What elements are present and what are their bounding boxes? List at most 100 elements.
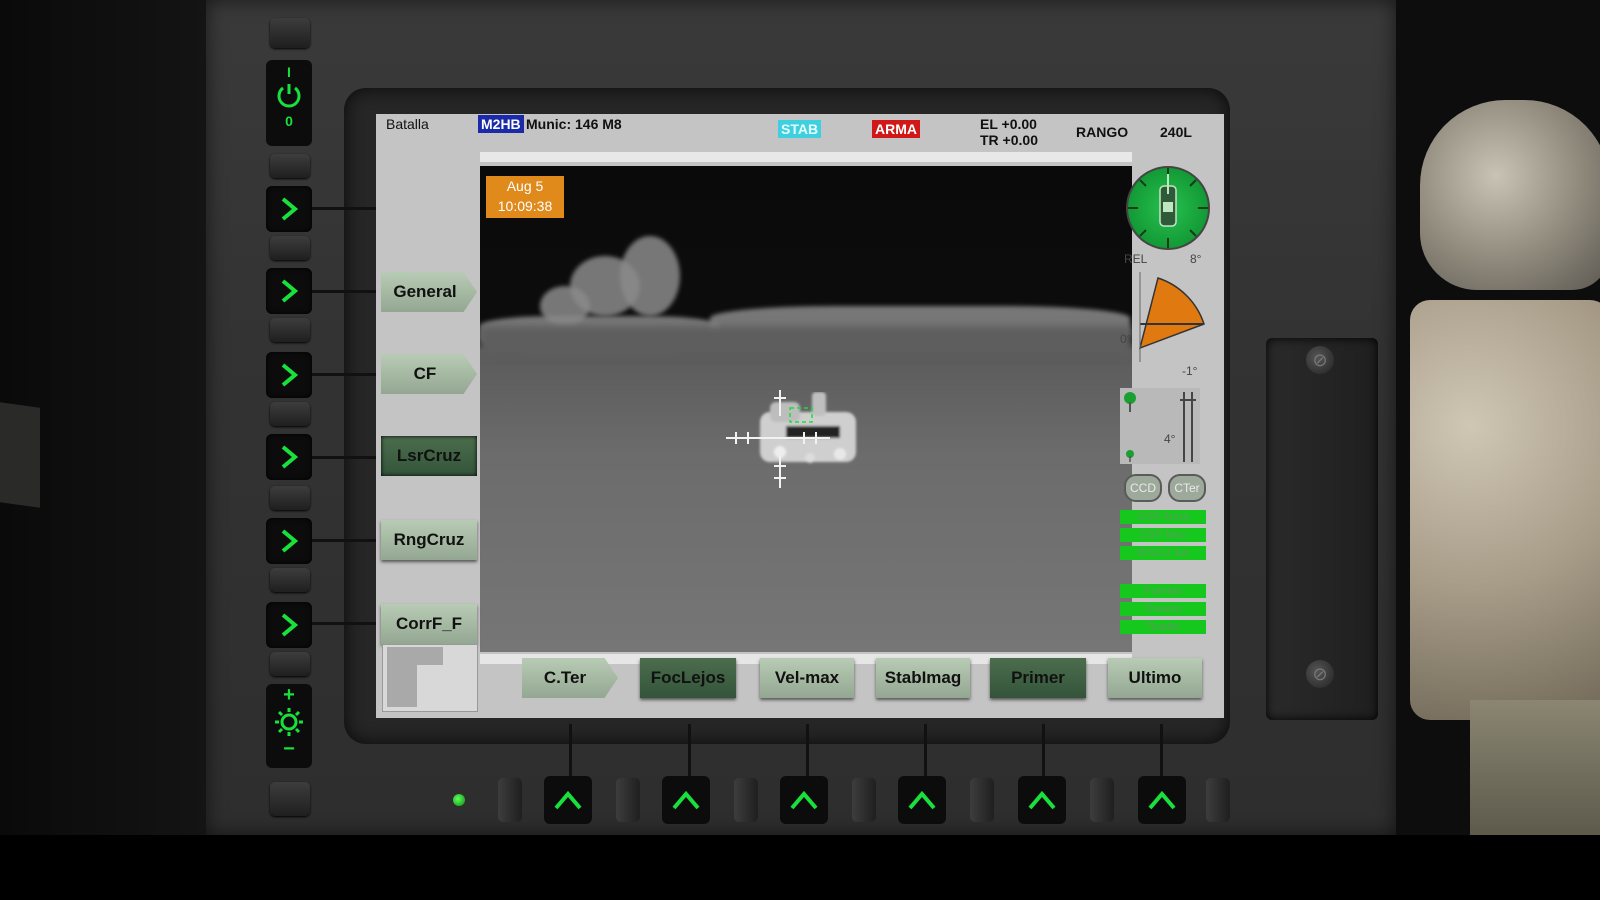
bezel-spacer-key[interactable]: [270, 568, 310, 592]
top-status-bar: [480, 152, 1132, 162]
chevron-right-icon: [281, 529, 299, 553]
cter-label: CTer: [1174, 481, 1200, 495]
bottom-softkey-6-arrow[interactable]: [1138, 776, 1186, 824]
left-softkey-1-arrow[interactable]: [266, 186, 312, 232]
softkey-label: CorrF_F: [381, 604, 477, 644]
bottom-softkey-1-arrow[interactable]: [544, 776, 592, 824]
left-softkey-4-arrow[interactable]: [266, 434, 312, 480]
bezel-spacer-key[interactable]: [1090, 778, 1114, 822]
brightness-down-label: −: [283, 738, 295, 760]
connector-line: [312, 456, 376, 459]
bottom-softkey-3-arrow[interactable]: [780, 776, 828, 824]
weapon-badge: M2HB: [478, 115, 524, 133]
softkey-label: C.Ter: [543, 668, 587, 687]
time-label: 10:09:38: [497, 198, 553, 214]
bezel-spacer-key[interactable]: [270, 236, 310, 260]
bottom-softkey-5-arrow[interactable]: [1018, 776, 1066, 824]
bottom-softkey-4-arrow[interactable]: [898, 776, 946, 824]
bottom-softkey-vel-max[interactable]: Vel-max: [760, 658, 854, 698]
chevron-right-icon: [281, 279, 299, 303]
camera-key[interactable]: [270, 18, 310, 48]
bottom-softkey-primer[interactable]: Primer: [990, 658, 1086, 698]
connector-line: [312, 207, 376, 210]
turret-compass: [1126, 166, 1210, 250]
left-softkey-cf[interactable]: CF: [381, 354, 477, 394]
bezel-spacer-key[interactable]: [734, 778, 758, 822]
chevron-up-icon: [554, 790, 582, 810]
vehicle-heading-icon: [1128, 168, 1208, 248]
elevation-neg-label: -1°: [1182, 364, 1198, 378]
connector-line: [569, 724, 572, 776]
fire-control-display: Batalla M2HB Munic: 146 M8 STAB ARMA EL …: [376, 114, 1224, 718]
reticle: [726, 390, 830, 488]
bezel-spacer-key[interactable]: [852, 778, 876, 822]
mode-label: Batalla: [386, 116, 429, 132]
arma-indicator: ARMA: [872, 120, 920, 138]
bezel-spacer-key[interactable]: [616, 778, 640, 822]
bezel-spacer-key[interactable]: [270, 318, 310, 342]
status-trasero: Trasero: [1120, 602, 1206, 616]
range-degree-label: 4°: [1164, 432, 1176, 446]
bezel-spacer-key[interactable]: [1206, 778, 1230, 822]
softkey-label: CF: [381, 354, 477, 394]
connector-line: [1160, 724, 1163, 776]
brightness-control[interactable]: + −: [266, 684, 312, 768]
softkey-label: StabImag: [884, 668, 962, 687]
left-softkey-lsrcruz[interactable]: LsrCruz: [381, 436, 477, 476]
rel-value: 8°: [1190, 252, 1202, 266]
bottom-softkey-cter[interactable]: C.Ter: [522, 658, 618, 698]
elevation-zero-label: 0°: [1120, 332, 1132, 346]
traverse-readout: TR +0.00: [980, 132, 1038, 148]
bezel-spacer-key[interactable]: [270, 486, 310, 510]
left-softkey-general[interactable]: General: [381, 272, 477, 312]
mini-map: [382, 644, 478, 712]
seat-block: [1470, 700, 1600, 835]
right-mount-plate: ⊘ ⊘: [1266, 338, 1378, 720]
bottom-bezel-keys: [230, 768, 1030, 828]
left-softkey-2-arrow[interactable]: [266, 268, 312, 314]
date-label: Aug 5: [506, 178, 544, 194]
cter-toggle[interactable]: CTer: [1168, 474, 1206, 502]
connector-line: [312, 373, 376, 376]
left-softkey-corrf-f[interactable]: CorrF_F: [381, 604, 477, 644]
thermal-sight-view: Aug 5 10:09:38: [480, 166, 1132, 652]
elevation-sector-icon: [1138, 272, 1205, 362]
bottom-softkey-2-arrow[interactable]: [662, 776, 710, 824]
connector-line: [312, 622, 376, 625]
softkey-label: Vel-max: [774, 668, 840, 687]
bezel-spacer-key[interactable]: [498, 778, 522, 822]
bezel-spacer-key[interactable]: [270, 154, 310, 178]
bezel-spacer-key[interactable]: [270, 652, 310, 676]
softkey-label: RngCruz: [381, 520, 477, 560]
power-off-label: 0: [285, 113, 293, 129]
date-time-stamp: Aug 5 10:09:38: [486, 176, 564, 218]
elevation-readout: EL +0.00: [980, 116, 1037, 132]
bezel-spacer-key[interactable]: [270, 402, 310, 426]
ccd-toggle[interactable]: CCD: [1124, 474, 1162, 502]
brightness-up-label: +: [283, 684, 295, 706]
left-softkey-6-arrow[interactable]: [266, 602, 312, 648]
connector-line: [924, 724, 927, 776]
power-button[interactable]: I 0: [266, 60, 312, 146]
scene-left: [0, 0, 210, 835]
bottom-softkey-foclejos[interactable]: FocLejos: [640, 658, 736, 698]
bezel-spacer-key[interactable]: [970, 778, 994, 822]
bottom-softkey-stabimag[interactable]: StabImag: [876, 658, 970, 698]
screw-icon: ⊘: [1306, 346, 1334, 374]
softkey-label: LsrCruz: [381, 436, 477, 476]
connector-line: [312, 290, 376, 293]
left-softkey-rngcruz[interactable]: RngCruz: [381, 520, 477, 560]
chevron-up-icon: [1148, 790, 1176, 810]
status-wscu-sw: WSCU Sw: [1120, 546, 1206, 560]
left-softkey-5-arrow[interactable]: [266, 518, 312, 564]
ccd-label: CCD: [1130, 481, 1156, 495]
floor-bar: [0, 835, 1600, 900]
stab-indicator: STAB: [778, 120, 822, 138]
sun-icon: [275, 708, 303, 736]
softkey-label: FocLejos: [650, 668, 726, 687]
rel-label: REL: [1124, 252, 1148, 266]
scene-right: [1390, 0, 1600, 835]
range-scale-graphic: [1120, 388, 1200, 464]
left-softkey-3-arrow[interactable]: [266, 352, 312, 398]
range-scale: [1120, 388, 1208, 466]
